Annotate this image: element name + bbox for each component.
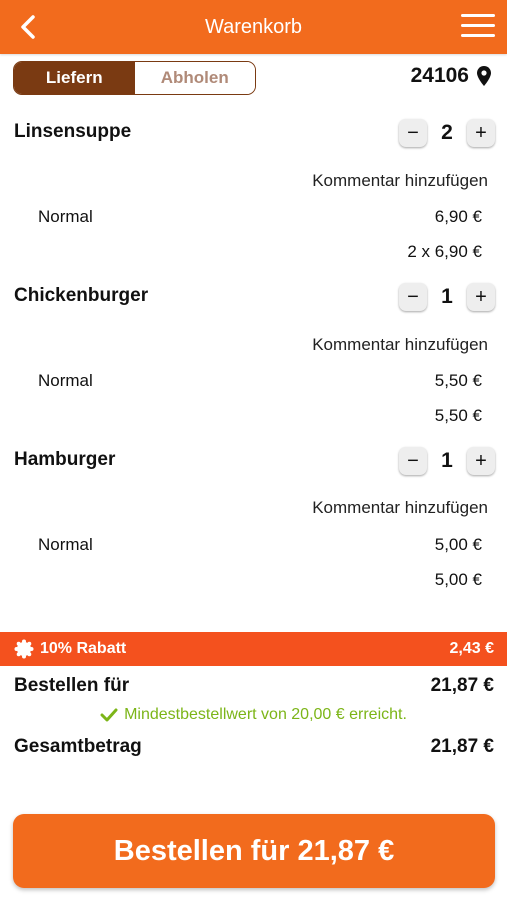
quantity-value: 1 [441, 285, 453, 308]
item-variant: Normal [38, 535, 93, 554]
item-unit-price: 5,50 € [434, 371, 482, 390]
discount-amount: 2,43 € [449, 640, 494, 657]
add-comment-link[interactable]: Kommentar hinzufügen [312, 335, 488, 355]
cart-item-name: Chickenburger [14, 285, 149, 306]
checkmark-icon [100, 708, 118, 722]
tab-pickup[interactable]: Abholen [134, 62, 255, 94]
quantity-value: 2 [441, 121, 453, 144]
decrease-quantity-button[interactable]: − [399, 119, 427, 147]
item-unit-price: 6,90 € [434, 207, 482, 226]
quantity-stepper: − 1 + [399, 283, 495, 311]
quantity-stepper: − 2 + [399, 119, 495, 147]
min-order-text: Mindestbestellwert von 20,00 € erreicht. [124, 706, 407, 723]
tab-deliver[interactable]: Liefern [14, 62, 135, 94]
min-order-status: Mindestbestellwert von 20,00 € erreicht. [0, 706, 507, 724]
delivery-mode-toggle: Liefern Abholen [13, 61, 256, 95]
order-subtotal-row: Bestellen für 21,87 € [14, 675, 494, 697]
chevron-left-icon[interactable] [16, 13, 42, 41]
hamburger-menu-icon[interactable] [461, 14, 495, 40]
discount-label: 10% Rabatt [40, 640, 127, 657]
postal-code[interactable]: 24106 [411, 64, 491, 88]
item-variant: Normal [38, 371, 93, 390]
postal-code-value: 24106 [410, 64, 469, 87]
cart-item-name: Hamburger [14, 449, 116, 470]
map-pin-icon [477, 66, 491, 86]
increase-quantity-button[interactable]: + [467, 283, 495, 311]
total-label: Gesamtbetrag [14, 736, 142, 757]
discount-badge-icon [14, 639, 34, 659]
quantity-value: 1 [441, 449, 453, 472]
decrease-quantity-button[interactable]: − [399, 447, 427, 475]
increase-quantity-button[interactable]: + [467, 119, 495, 147]
add-comment-link[interactable]: Kommentar hinzufügen [312, 498, 488, 518]
add-comment-link[interactable]: Kommentar hinzufügen [312, 171, 488, 191]
item-line-total: 5,50 € [434, 406, 482, 425]
decrease-quantity-button[interactable]: − [399, 283, 427, 311]
order-total-row: Gesamtbetrag 21,87 € [14, 736, 494, 758]
item-line-total: 2 x 6,90 € [407, 242, 482, 261]
order-for-value: 21,87 € [430, 675, 494, 696]
item-variant: Normal [38, 207, 93, 226]
item-unit-price: 5,00 € [434, 535, 482, 554]
page-title: Warenkorb [204, 15, 303, 38]
discount-bar: 10% Rabatt 2,43 € [0, 632, 507, 666]
total-value: 21,87 € [430, 736, 494, 757]
order-for-label: Bestellen für [14, 675, 130, 696]
quantity-stepper: − 1 + [399, 447, 495, 475]
place-order-button[interactable]: Bestellen für 21,87 € [13, 814, 495, 888]
item-line-total: 5,00 € [434, 570, 482, 589]
increase-quantity-button[interactable]: + [467, 447, 495, 475]
app-header: Warenkorb [0, 0, 507, 54]
cart-item-name: Linsensuppe [14, 121, 132, 142]
